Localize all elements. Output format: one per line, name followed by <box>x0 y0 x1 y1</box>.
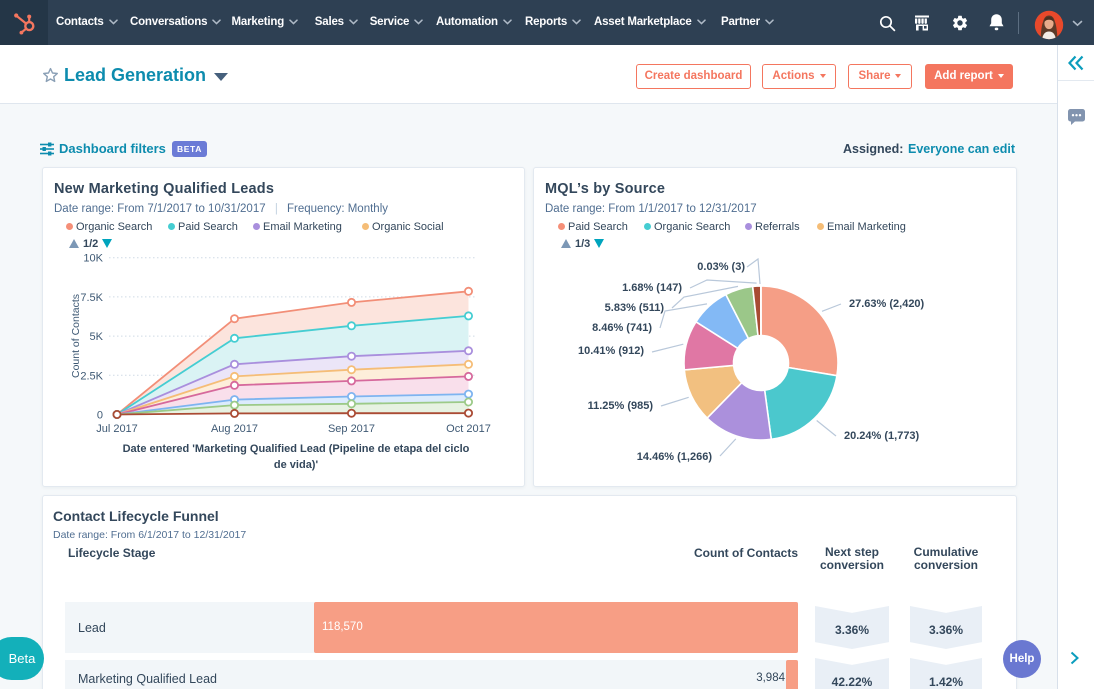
svg-text:de vida)': de vida)' <box>274 459 319 471</box>
svg-text:2.5K: 2.5K <box>80 370 103 382</box>
svg-text:27.63% (2,420): 27.63% (2,420) <box>849 298 925 310</box>
svg-text:10.41% (912): 10.41% (912) <box>578 345 644 357</box>
svg-text:0.03% (3): 0.03% (3) <box>697 261 745 273</box>
svg-text:20.24% (1,773): 20.24% (1,773) <box>844 430 920 442</box>
svg-text:5.83% (511): 5.83% (511) <box>605 302 665 314</box>
svg-text:0: 0 <box>97 410 103 422</box>
svg-text:1.68% (147): 1.68% (147) <box>622 282 682 294</box>
svg-text:10K: 10K <box>83 253 103 265</box>
svg-text:11.25% (985): 11.25% (985) <box>588 400 654 412</box>
svg-text:Aug 2017: Aug 2017 <box>211 423 258 435</box>
svg-text:Count of Contacts: Count of Contacts <box>70 294 82 378</box>
svg-text:Sep 2017: Sep 2017 <box>328 423 375 435</box>
svg-text:7.5K: 7.5K <box>80 292 103 304</box>
svg-text:5K: 5K <box>90 331 104 343</box>
svg-text:Oct 2017: Oct 2017 <box>446 423 491 435</box>
svg-text:8.46% (741): 8.46% (741) <box>592 322 652 334</box>
svg-text:14.46% (1,266): 14.46% (1,266) <box>637 451 713 463</box>
svg-text:Jul 2017: Jul 2017 <box>96 423 138 435</box>
svg-text:Date entered 'Marketing Qualif: Date entered 'Marketing Qualified Lead (… <box>123 443 470 455</box>
